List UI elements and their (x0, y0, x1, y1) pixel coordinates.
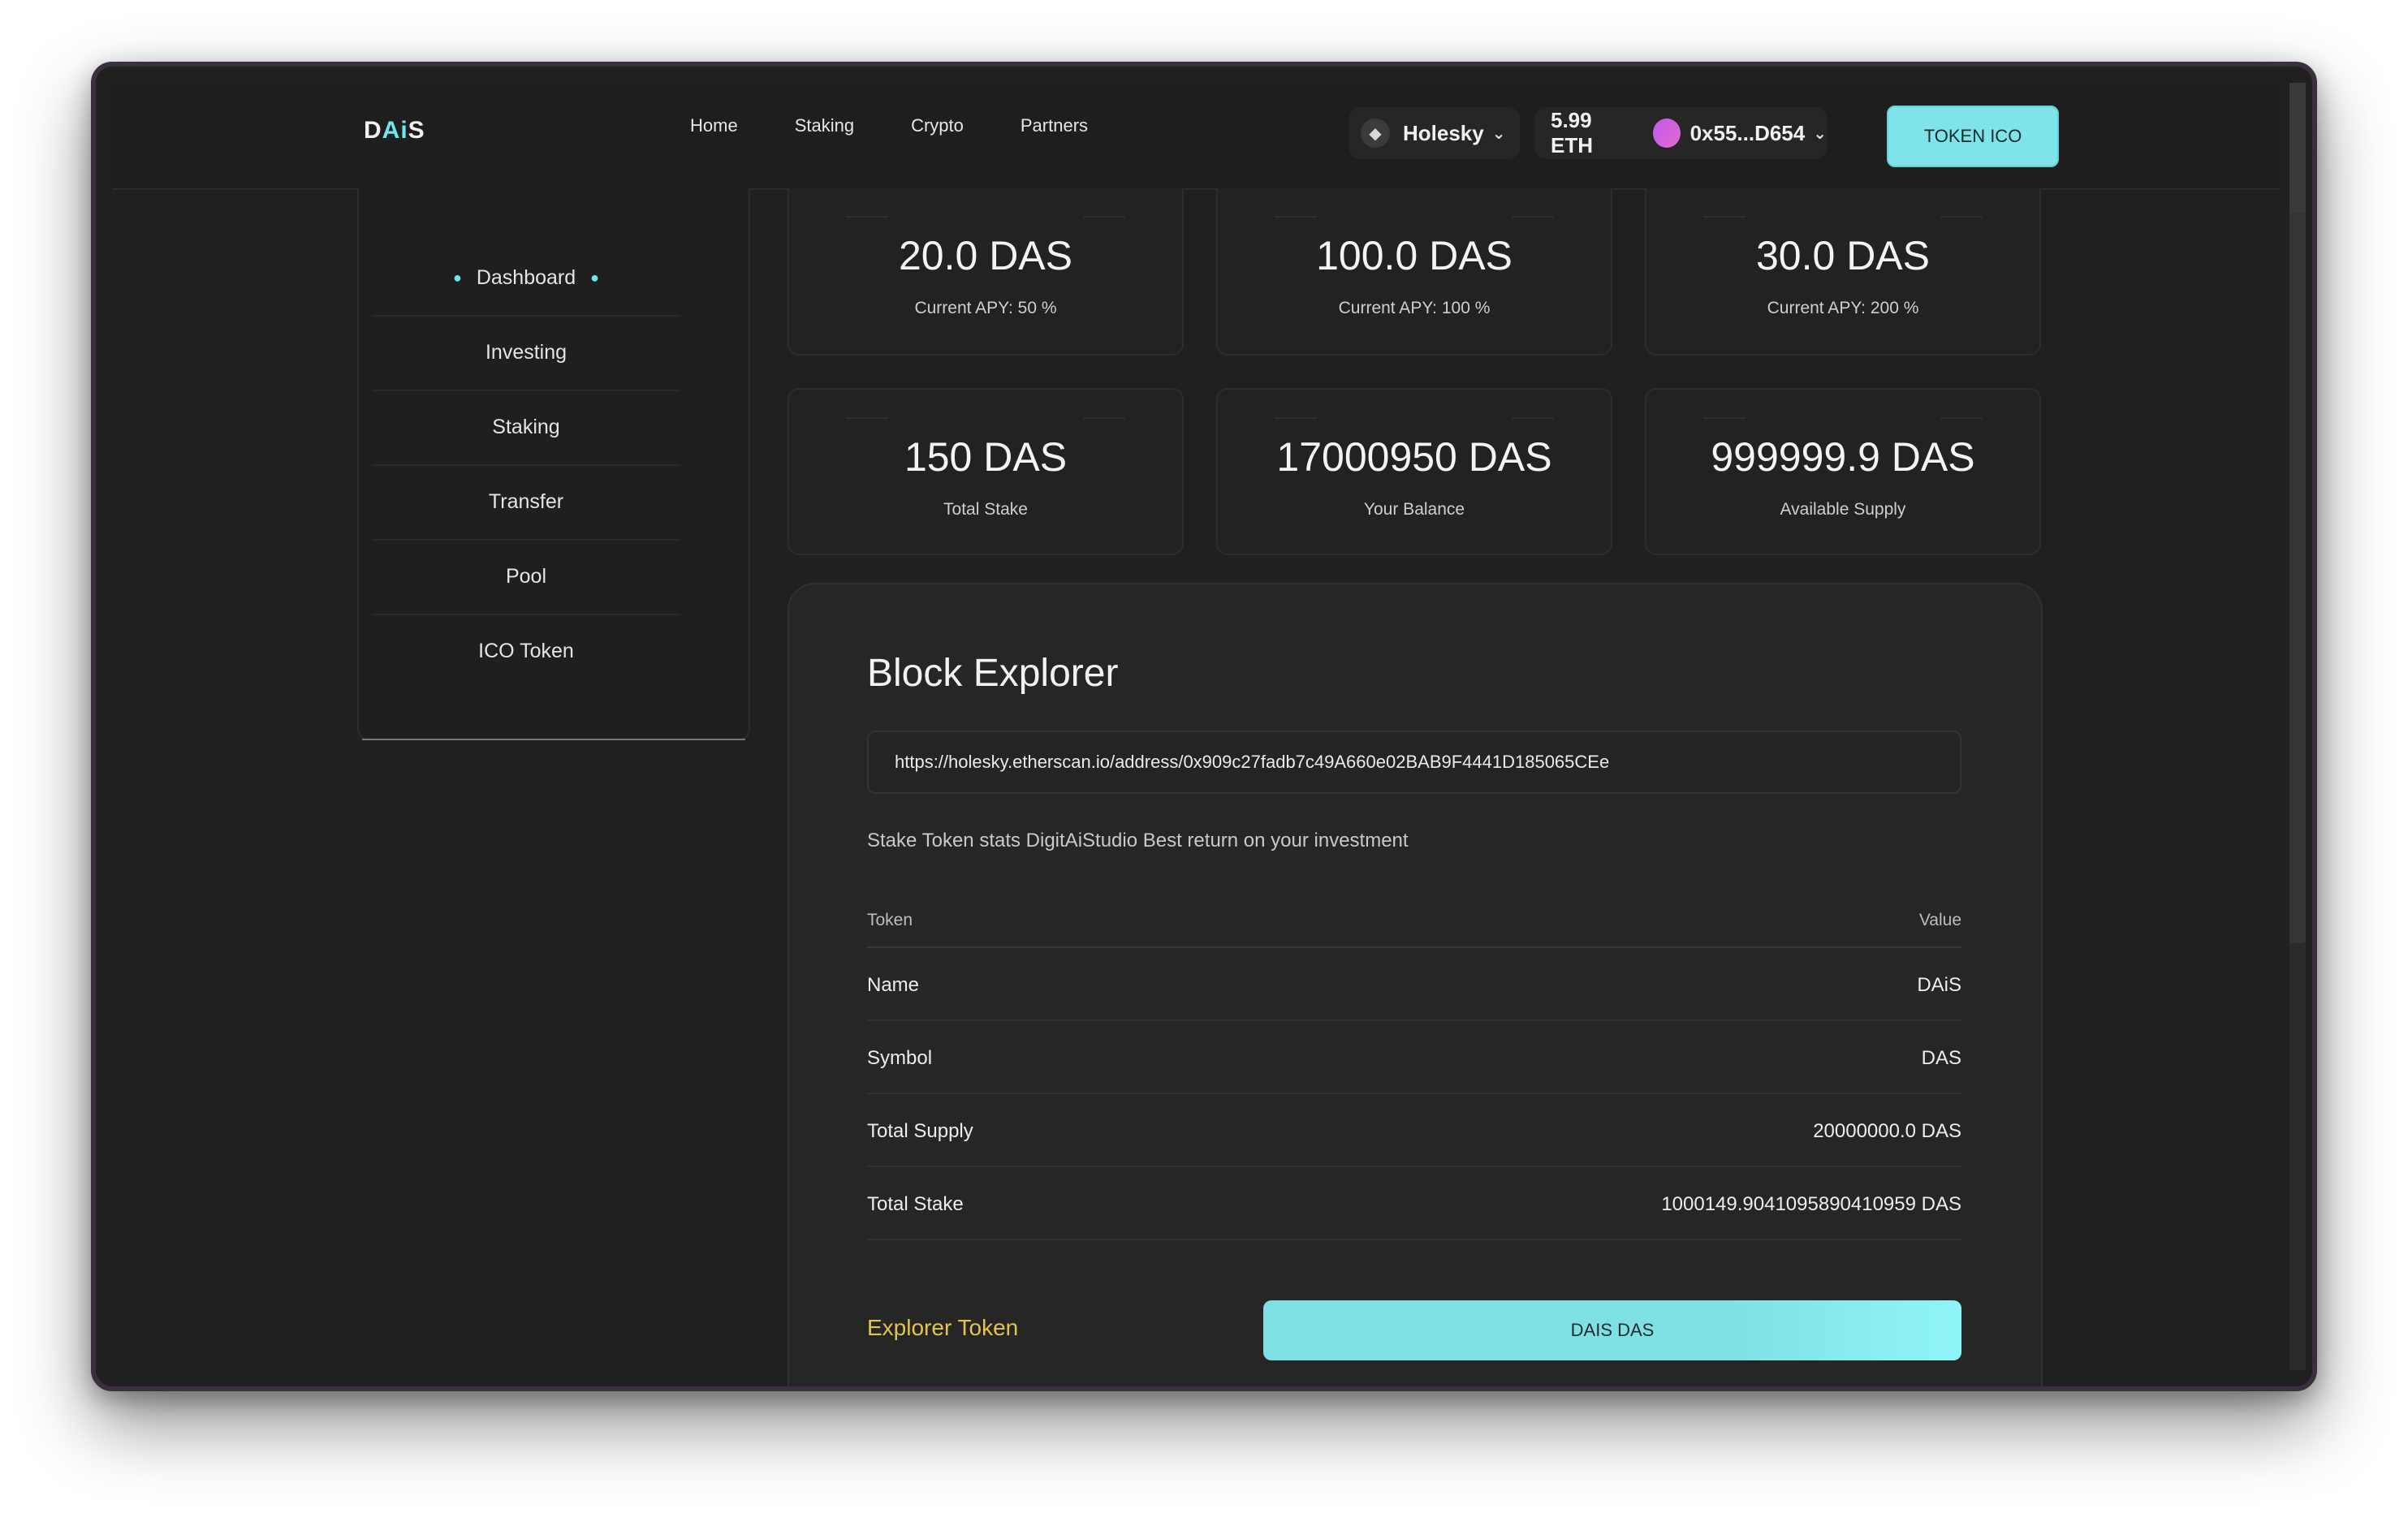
sidebar-item-investing[interactable]: Investing (372, 315, 680, 391)
explorer-description: Stake Token stats DigitAiStudio Best ret… (867, 830, 1409, 851)
table-row: Name DAiS (867, 946, 1961, 1021)
stat-label: Current APY: 100 % (1338, 299, 1491, 317)
sidebar-item-ico-token[interactable]: ICO Token (372, 614, 680, 688)
stat-value: 30.0 DAS (1755, 233, 1930, 278)
explorer-url-field[interactable]: https://holesky.etherscan.io/address/0x9… (867, 731, 1961, 794)
scrollbar[interactable] (2289, 83, 2306, 1370)
explorer-token-link[interactable]: Explorer Token (867, 1315, 1018, 1341)
block-explorer-panel: Block Explorer https://holesky.etherscan… (788, 583, 2043, 1386)
active-dot-icon: ● (452, 269, 462, 286)
scrollbar-top (2289, 83, 2306, 213)
stat-label: Total Stake (943, 500, 1028, 519)
row-value: DAiS (1917, 974, 1961, 996)
table-header: Token Value (867, 904, 1961, 948)
account-chip[interactable]: 5.99 ETH 0x55...D654 ⌄ (1534, 107, 1827, 159)
network-name: Holesky (1403, 120, 1484, 145)
sidebar-item-pool[interactable]: Pool (372, 539, 680, 615)
stat-label: Available Supply (1780, 500, 1906, 519)
column-value: Value (1918, 911, 1961, 929)
row-key: Symbol (867, 1047, 933, 1069)
stat-card: 100.0 DAS Current APY: 100 % (1216, 188, 1612, 356)
browser-window: DAiS Home Staking Crypto Partners ◆ Hole… (91, 62, 2317, 1391)
column-token: Token (867, 911, 913, 929)
nav-home[interactable]: Home (690, 115, 738, 136)
ethereum-icon: ◆ (1361, 119, 1390, 148)
row-value: DAS (1921, 1047, 1961, 1069)
chevron-down-icon: ⌄ (1491, 124, 1506, 143)
stat-card: 30.0 DAS Current APY: 200 % (1645, 188, 2041, 356)
avatar (1652, 119, 1681, 148)
sidebar-divider (362, 739, 745, 740)
nav-crypto[interactable]: Crypto (911, 115, 964, 136)
row-value: 1000149.9041095890410959 DAS (1661, 1193, 1961, 1215)
row-key: Name (867, 974, 920, 996)
row-key: Total Stake (867, 1193, 964, 1215)
table-row: Total Supply 20000000.0 DAS (867, 1093, 1961, 1167)
block-explorer-title: Block Explorer (867, 652, 1119, 695)
eth-balance: 5.99 ETH (1551, 108, 1593, 157)
table-row: Symbol DAS (867, 1019, 1961, 1094)
stat-card: 999999.9 DAS Available Supply (1645, 388, 2041, 555)
stat-value: 20.0 DAS (898, 233, 1072, 278)
sidebar-item-staking[interactable]: Staking (372, 390, 680, 466)
stat-value: 17000950 DAS (1276, 434, 1552, 480)
nav-staking[interactable]: Staking (795, 115, 854, 136)
sidebar: ● Dashboard ● Investing Staking Transfer… (357, 188, 750, 740)
sidebar-item-dashboard[interactable]: ● Dashboard ● (372, 240, 680, 317)
table-row: Total Stake 1000149.9041095890410959 DAS (867, 1166, 1961, 1240)
row-key: Total Supply (867, 1120, 973, 1142)
nav-partners[interactable]: Partners (1021, 115, 1088, 136)
stat-value: 100.0 DAS (1316, 233, 1513, 278)
stat-card: 20.0 DAS Current APY: 50 % (788, 188, 1184, 356)
stat-card: 150 DAS Total Stake (788, 388, 1184, 555)
stat-label: Your Balance (1363, 500, 1465, 519)
logo[interactable]: DAiS (364, 117, 425, 144)
network-selector[interactable]: ◆ Holesky ⌄ (1349, 107, 1520, 159)
stat-value: 150 DAS (904, 434, 1068, 480)
stat-label: Current APY: 200 % (1767, 299, 1919, 317)
sidebar-item-transfer[interactable]: Transfer (372, 464, 680, 541)
stat-value: 999999.9 DAS (1711, 434, 1975, 480)
wallet-address: 0x55...D654 (1689, 120, 1806, 145)
chevron-down-icon: ⌄ (1813, 124, 1827, 143)
stat-card: 17000950 DAS Your Balance (1216, 388, 1612, 555)
dais-das-button[interactable]: DAIS DAS (1263, 1300, 1961, 1360)
main-nav: Home Staking Crypto Partners (690, 115, 1145, 136)
active-dot-icon: ● (590, 269, 600, 286)
token-ico-button[interactable]: TOKEN ICO (1887, 106, 2059, 167)
stat-label: Current APY: 50 % (914, 299, 1057, 317)
row-value: 20000000.0 DAS (1813, 1120, 1961, 1142)
top-navbar: DAiS Home Staking Crypto Partners ◆ Hole… (112, 83, 2280, 190)
